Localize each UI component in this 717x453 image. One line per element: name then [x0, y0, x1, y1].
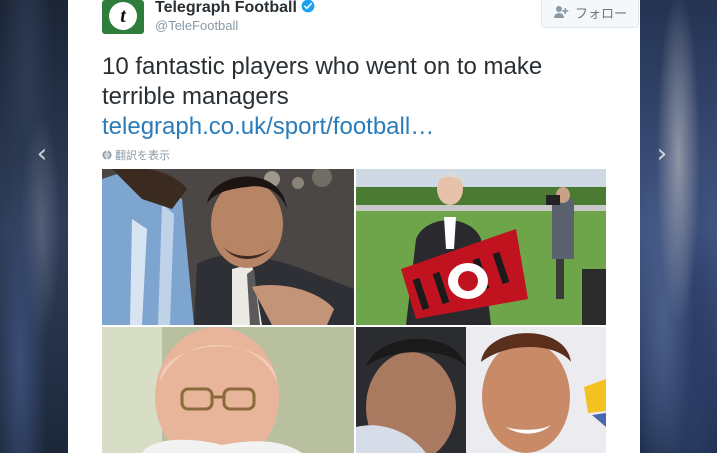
chevron-right-icon[interactable]: ›	[650, 140, 674, 168]
add-user-icon	[553, 6, 569, 18]
tweet-media-grid	[102, 169, 606, 453]
tweet-card: t Telegraph Football @TeleFootball フォロー …	[68, 0, 640, 453]
translate-label: 翻訳を表示	[115, 150, 170, 162]
translate-button[interactable]: 翻訳を表示	[102, 147, 170, 163]
follow-label: フォロー	[574, 5, 627, 21]
display-name-text: Telegraph Football	[155, 0, 297, 16]
telegraph-logo: t	[109, 2, 137, 30]
globe-icon	[102, 150, 112, 160]
account-handle[interactable]: @TeleFootball	[155, 18, 238, 33]
tweet-body: 10 fantastic players who went on to make…	[102, 53, 543, 110]
manager-flag-illustration	[356, 169, 606, 325]
photo-older-man-glasses[interactable]	[102, 327, 354, 453]
maradona-illustration	[102, 169, 354, 325]
tweet-text: 10 fantastic players who went on to make…	[102, 52, 612, 142]
avatar[interactable]: t	[102, 0, 144, 34]
photo-manager-with-flag[interactable]	[356, 169, 606, 325]
chevron-left-icon[interactable]: ‹	[30, 140, 54, 168]
photo-two-men-close-up[interactable]	[356, 327, 606, 453]
display-name[interactable]: Telegraph Football	[155, 0, 315, 17]
photo-maradona[interactable]	[102, 169, 354, 325]
follow-button[interactable]: フォロー	[541, 0, 639, 28]
verified-badge-icon	[301, 0, 315, 13]
two-men-illustration	[356, 327, 606, 453]
background-right-crowd	[640, 0, 717, 453]
tweet-link[interactable]: telegraph.co.uk/sport/football…	[102, 112, 612, 142]
older-man-illustration	[102, 327, 354, 453]
tweet-header: t Telegraph Football @TeleFootball フォロー	[102, 0, 639, 40]
background-left-crowd	[0, 0, 68, 453]
